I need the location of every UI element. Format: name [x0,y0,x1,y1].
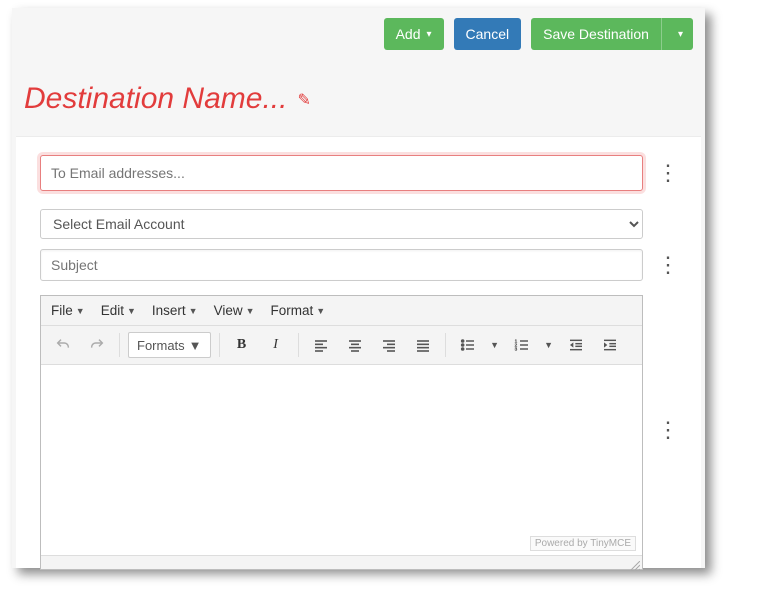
editor-menubar: File▼ Edit▼ Insert▼ View▼ Format▼ [41,296,642,326]
save-button[interactable]: Save Destination [531,18,661,50]
bullet-list-dropdown[interactable]: ▼ [488,340,502,350]
numbered-list-dropdown[interactable]: ▼ [542,340,556,350]
align-right-button[interactable] [375,332,403,358]
caret-down-icon: ▼ [76,306,85,316]
page-frame: Add ▾ Cancel Save Destination ▾ Destinat… [12,8,705,568]
caret-down-icon: ▼ [127,306,136,316]
body-options-button[interactable]: ⋮ [657,419,677,441]
top-toolbar: Add ▾ Cancel Save Destination ▾ [384,18,693,50]
save-split-button: Save Destination ▾ [531,18,693,50]
bullet-list-icon [460,337,476,353]
align-center-icon [347,337,363,353]
resize-grip-icon [630,561,640,571]
to-options-button[interactable]: ⋮ [657,162,677,184]
italic-button[interactable]: I [262,332,290,358]
vertical-dots-icon: ⋮ [657,160,679,185]
align-right-icon [381,337,397,353]
add-button[interactable]: Add ▾ [384,18,444,50]
menu-file[interactable]: File▼ [51,303,85,318]
formats-dropdown[interactable]: Formats ▼ [128,332,211,358]
subject-options-button[interactable]: ⋮ [657,254,677,276]
save-button-label: Save Destination [543,26,649,42]
separator [298,333,299,357]
separator [445,333,446,357]
menu-format[interactable]: Format▼ [271,303,326,318]
undo-button[interactable] [49,332,77,358]
subject-input[interactable] [40,249,643,281]
row-account: Select Email Account [16,209,701,239]
row-to: ⋮ [16,155,701,191]
redo-icon [89,337,105,353]
cancel-button-label: Cancel [466,26,510,42]
separator [219,333,220,357]
outdent-icon [568,337,584,353]
chevron-down-icon: ▾ [678,29,683,40]
cancel-button[interactable]: Cancel [454,18,522,50]
numbered-list-button[interactable]: 123 [508,332,536,358]
resize-handle[interactable] [630,558,640,568]
card: ⋮ Select Email Account ⋮ File▼ Edit▼ Ins… [16,136,701,568]
editor-toolbar: Formats ▼ B I [41,326,642,365]
page-title-text: Destination Name... [24,82,287,116]
align-center-button[interactable] [341,332,369,358]
editor-body[interactable]: Powered by TinyMCE [41,365,642,555]
indent-icon [602,337,618,353]
vertical-dots-icon: ⋮ [657,252,679,277]
editor-statusbar [41,555,642,569]
numbered-list-icon: 123 [514,337,530,353]
rich-text-editor: File▼ Edit▼ Insert▼ View▼ Format▼ For [40,295,643,570]
chevron-down-icon: ▾ [427,29,432,40]
menu-insert[interactable]: Insert▼ [152,303,198,318]
email-account-select[interactable]: Select Email Account [40,209,643,239]
page-title[interactable]: Destination Name... ✎ [24,82,311,116]
caret-down-icon: ▼ [189,338,202,353]
bullet-list-button[interactable] [454,332,482,358]
redo-button[interactable] [83,332,111,358]
caret-down-icon: ▼ [246,306,255,316]
undo-icon [55,337,71,353]
to-email-input[interactable] [40,155,643,191]
formats-label: Formats [137,338,185,353]
pencil-icon[interactable]: ✎ [297,90,310,110]
menu-view[interactable]: View▼ [214,303,255,318]
svg-text:3: 3 [514,346,517,351]
separator [119,333,120,357]
add-button-label: Add [396,26,421,42]
align-left-icon [313,337,329,353]
align-justify-icon [415,337,431,353]
menu-edit[interactable]: Edit▼ [101,303,136,318]
vertical-dots-icon: ⋮ [657,417,679,442]
row-subject: ⋮ [16,249,701,281]
bold-button[interactable]: B [228,332,256,358]
indent-button[interactable] [596,332,624,358]
row-editor: File▼ Edit▼ Insert▼ View▼ Format▼ For [16,295,701,570]
powered-by-badge: Powered by TinyMCE [530,536,636,551]
save-button-dropdown[interactable]: ▾ [661,18,693,50]
align-justify-button[interactable] [409,332,437,358]
caret-down-icon: ▼ [189,306,198,316]
caret-down-icon: ▼ [316,306,325,316]
outdent-button[interactable] [562,332,590,358]
align-left-button[interactable] [307,332,335,358]
